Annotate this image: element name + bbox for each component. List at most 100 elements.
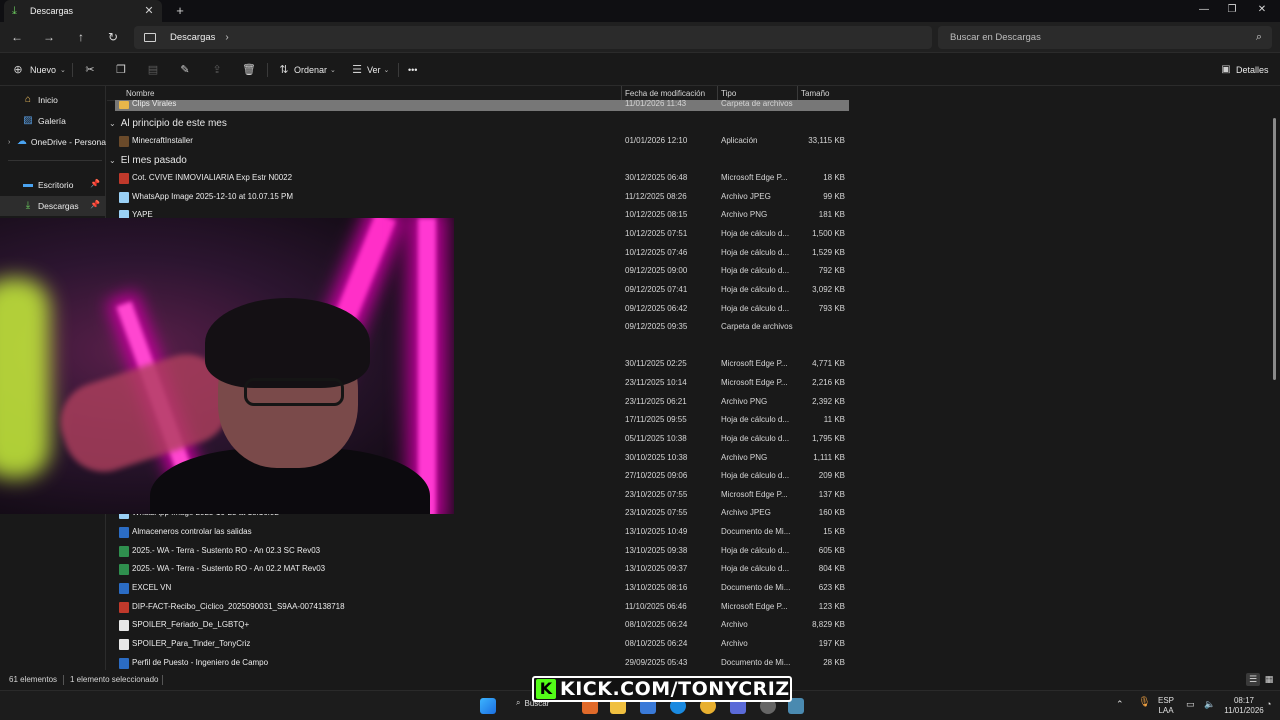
file-row[interactable]: Perfil de Puesto - Ingeniero de Campo 29/… (115, 654, 849, 670)
file-row[interactable]: MinecraftInstaller 01/01/2026 12:10 Aplica… (115, 132, 849, 150)
image-file-icon (119, 192, 129, 203)
close-window-button[interactable]: ✕ (1246, 2, 1278, 18)
file-size: 99 KB (823, 192, 845, 201)
file-row[interactable]: 2025.- WA - Terra - Sustento RO - An 02.… (115, 560, 849, 578)
paste-icon[interactable]: ▤ (145, 62, 161, 78)
computer-icon (144, 33, 156, 42)
close-tab-icon[interactable]: ✕ (142, 4, 156, 18)
vertical-scrollbar[interactable] (1273, 118, 1276, 380)
sort-button[interactable]: ⇅ Ordenar ⌄ (276, 62, 336, 78)
delete-icon[interactable]: 🗑 (241, 62, 257, 78)
pdf-file-icon (119, 602, 129, 613)
new-button[interactable]: ⊕ Nuevo ⌄ (10, 62, 66, 78)
file-file-icon (119, 620, 129, 631)
file-size: 15 KB (823, 527, 845, 536)
file-row[interactable]: 2025.- WA - Terra - Sustento RO - An 02.… (115, 542, 849, 560)
file-row[interactable]: SPOILER_Para_Tinder_TonyCriz 08/10/2025 0… (115, 635, 849, 653)
file-row[interactable]: Almaceneros controlar las salidas 13/10/2… (115, 523, 849, 541)
file-type: Hoja de cálculo d... (721, 266, 790, 275)
network-icon[interactable]: ▭ (1186, 699, 1195, 709)
cut-icon[interactable]: ✂ (82, 62, 98, 78)
clock[interactable]: 08:17 11/01/2026 (1224, 696, 1264, 716)
file-size: 4,771 KB (812, 359, 845, 368)
column-header-type[interactable]: Tipo (721, 89, 736, 98)
breadcrumb-descargas[interactable]: Descargas (170, 32, 215, 43)
refresh-button[interactable]: ↻ (104, 29, 122, 45)
file-row[interactable]: WhatsApp Image 2025-12-10 at 10.07.15 PM… (115, 188, 849, 206)
column-divider[interactable] (717, 86, 718, 101)
microphone-icon[interactable]: 🎙 (1138, 698, 1151, 708)
details-button[interactable]: ▣ Detalles (1218, 62, 1268, 78)
address-bar[interactable]: Descargas › (134, 26, 932, 49)
file-size: 2,392 KB (812, 397, 845, 406)
up-button[interactable]: ↑ (72, 29, 90, 45)
breadcrumb-chevron-icon[interactable]: › (225, 32, 228, 43)
file-date: 13/10/2025 09:37 (625, 564, 688, 573)
download-icon: ⤓ (12, 5, 17, 17)
file-row[interactable]: EXCEL VN 13/10/2025 08:16 Documento de Mi.… (115, 579, 849, 597)
file-date: 11/12/2025 08:26 (625, 192, 687, 201)
share-icon[interactable]: ⇪ (209, 62, 225, 78)
file-date: 10/12/2025 08:15 (625, 210, 688, 219)
search-icon[interactable]: ⌕ (1256, 31, 1262, 44)
pin-icon: 📌 (90, 200, 100, 209)
search-input[interactable]: Buscar en Descargas ⌕ (938, 26, 1272, 49)
view-button[interactable]: ☰ Ver ⌄ (349, 62, 389, 78)
back-button[interactable]: ← (8, 29, 26, 45)
tab-title: Descargas (30, 6, 74, 16)
details-pane-icon: ▣ (1221, 64, 1231, 75)
sidebar-item-escritorio[interactable]: ▬ Escritorio 📌 (0, 175, 106, 195)
chevron-up-icon[interactable]: ⌃ (1116, 699, 1124, 709)
file-row[interactable]: SPOILER_Feriado_De_LGBTQ+ 08/10/2025 06:2… (115, 616, 849, 634)
kick-channel-text: KICK.COM/TONYCRIZ (560, 678, 790, 700)
maximize-button[interactable]: ❐ (1216, 2, 1248, 18)
tiles-view-icon[interactable]: ▦ (1262, 673, 1276, 686)
details-view-icon[interactable]: ☰ (1246, 673, 1260, 686)
file-row[interactable]: Clips Virales 11/01/2026 11:43 Carpeta de … (115, 99, 849, 111)
file-size: 1,500 KB (812, 229, 845, 238)
gallery-icon: ▨ (23, 115, 33, 126)
column-divider[interactable] (621, 86, 622, 101)
language-indicator[interactable]: ESP LAA (1158, 696, 1174, 716)
file-file-icon (119, 639, 129, 650)
pdf-file-icon (119, 173, 129, 184)
forward-button[interactable]: → (40, 29, 58, 45)
sidebar-item-inicio[interactable]: ⌂ Inicio (0, 90, 106, 110)
notification-icon[interactable]: ◔ (1266, 699, 1271, 709)
sort-label: Ordenar (294, 65, 328, 75)
file-type: Microsoft Edge P... (721, 359, 788, 368)
file-type: Hoja de cálculo d... (721, 304, 790, 313)
file-size: 623 KB (818, 583, 845, 592)
view-icon: ☰ (352, 64, 362, 76)
search-icon: ⌕ (516, 698, 521, 707)
file-type: Microsoft Edge P... (721, 602, 788, 611)
file-name: MinecraftInstaller (132, 136, 193, 145)
column-divider[interactable] (797, 86, 798, 101)
volume-icon[interactable]: 🔈 (1204, 699, 1215, 709)
file-size: 28 KB (823, 658, 845, 667)
more-options-button[interactable]: ••• (408, 62, 417, 78)
word-file-icon (119, 658, 129, 669)
tab-descargas[interactable]: ⤓ Descargas ✕ (4, 0, 162, 22)
column-header-size[interactable]: Tamaño (801, 89, 829, 98)
file-date: 23/10/2025 07:55 (625, 508, 688, 517)
chevron-right-icon[interactable]: › (8, 139, 17, 146)
rename-icon[interactable]: ✎ (177, 62, 193, 78)
column-header-date[interactable]: Fecha de modificación (625, 89, 705, 98)
column-header-name[interactable]: Nombre (126, 89, 154, 98)
group-header-this-month[interactable]: ⌄ Al principio de este mes (109, 115, 227, 131)
group-header-last-month[interactable]: ⌄ El mes pasado (109, 152, 187, 168)
sidebar-item-label: Descargas (38, 201, 79, 211)
sidebar-item-descargas[interactable]: ⤓ Descargas 📌 (0, 196, 106, 216)
start-icon[interactable] (480, 698, 496, 714)
file-row[interactable]: Cot. CVIVE INMOVIALIARIA Exp Estr N0022 3… (115, 169, 849, 187)
file-type: Hoja de cálculo d... (721, 564, 790, 573)
view-label: Ver (367, 65, 381, 75)
sidebar-item-galeria[interactable]: ▨ Galería (0, 111, 106, 131)
sidebar-item-onedrive[interactable]: › ☁ OneDrive - Persona (0, 132, 106, 152)
file-row[interactable]: DIP-FACT-Recibo_Ciclico_2025090031_S9AA-… (115, 598, 849, 616)
file-date: 29/09/2025 05:43 (625, 658, 688, 667)
search-placeholder: Buscar en Descargas (950, 32, 1041, 43)
copy-icon[interactable]: ❐ (113, 62, 129, 78)
new-tab-button[interactable]: + (172, 3, 188, 19)
